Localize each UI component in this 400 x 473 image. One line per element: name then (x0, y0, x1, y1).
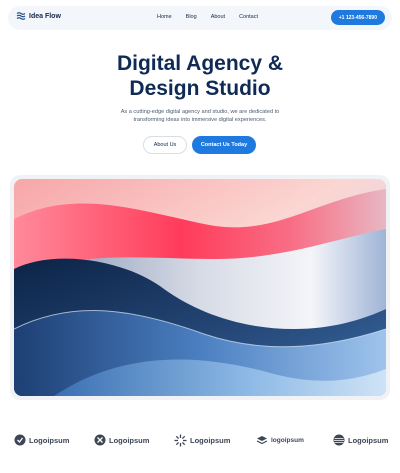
hero-title: Digital Agency & Design Studio (0, 51, 400, 101)
partner-1-icon (14, 434, 26, 446)
top-navbar: Idea Flow Home Blog About Contact +1 123… (8, 6, 392, 30)
partner-4-icon (256, 436, 268, 445)
waves-icon (16, 12, 26, 20)
nav-link-blog[interactable]: Blog (186, 14, 197, 20)
partner-logo-4: logoipsum (256, 432, 304, 448)
partner-logo-1: Logoipsum (14, 432, 69, 448)
hero-description: As a cutting-edge digital agency and stu… (0, 108, 400, 124)
partner-2-name: Logoipsum (109, 435, 150, 445)
partner-5-icon (333, 434, 345, 446)
hero-description-line-1: As a cutting-edge digital agency and stu… (120, 109, 280, 115)
partner-4-name: logoipsum (271, 436, 304, 444)
nav-link-contact[interactable]: Contact (239, 14, 258, 20)
partner-logo-3: Logoipsum (174, 432, 230, 448)
hero-title-line-1: Digital Agency & (116, 52, 284, 75)
partner-5-name: Logoipsum (348, 435, 389, 445)
hero-image-frame (10, 175, 390, 400)
partner-2-icon (94, 434, 106, 446)
partner-logo-2: Logoipsum (94, 432, 149, 448)
about-us-button[interactable]: About Us (143, 136, 187, 154)
hero-buttons: About Us Contact Us Today (0, 136, 400, 154)
nav-link-home[interactable]: Home (157, 14, 172, 20)
contact-us-button[interactable]: Contact Us Today (192, 136, 256, 154)
partner-3-icon (174, 434, 187, 446)
phone-button[interactable]: +1 123-456-7890 (330, 10, 385, 25)
abstract-waves-image (14, 179, 386, 396)
partner-3-name: Logoipsum (190, 435, 231, 445)
brand-logo[interactable]: Idea Flow (16, 11, 61, 21)
brand-name: Idea Flow (29, 12, 61, 20)
hero-description-line-2: transforming ideas into immersive digita… (133, 117, 267, 123)
hero-title-line-2: Design Studio (129, 77, 271, 100)
partner-logos: Logoipsum Logoipsum Logoipsum logoipsum … (0, 432, 400, 448)
partner-1-name: Logoipsum (29, 435, 70, 445)
nav-link-about[interactable]: About (211, 14, 225, 20)
partner-logo-5: Logoipsum (333, 432, 388, 448)
nav-links: Home Blog About Contact (157, 14, 272, 20)
